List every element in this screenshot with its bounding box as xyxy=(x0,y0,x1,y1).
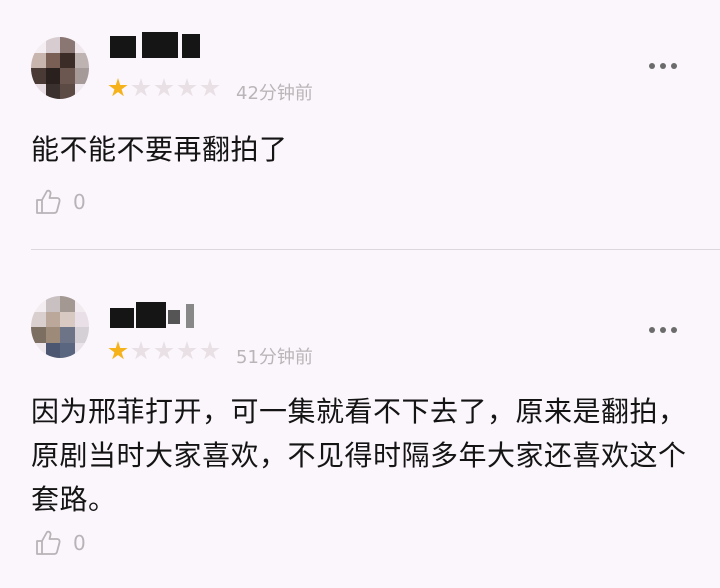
like-count: 0 xyxy=(73,190,86,214)
username-redacted[interactable] xyxy=(110,300,210,330)
star-filled-icon xyxy=(108,78,128,97)
star-empty-icon xyxy=(177,78,197,97)
rating-stars xyxy=(108,341,220,361)
comment-item: 42分钟前 能不能不要再翻拍了 0 xyxy=(0,0,720,250)
star-empty-icon xyxy=(154,341,174,360)
comment-time: 42分钟前 xyxy=(236,83,313,104)
like-count: 0 xyxy=(73,531,86,555)
star-filled-icon xyxy=(108,341,128,360)
comment-list: 42分钟前 能不能不要再翻拍了 0 51分钟前 因为邢菲打开，可一集就看不下去了… xyxy=(0,0,720,588)
thumbs-up-icon xyxy=(36,189,61,214)
comment-item: 51分钟前 因为邢菲打开，可一集就看不下去了，原来是翻拍，原剧当时大家喜欢，不见… xyxy=(0,252,720,588)
avatar-mosaic xyxy=(31,296,89,358)
star-empty-icon xyxy=(177,341,197,360)
more-dots-icon[interactable] xyxy=(649,327,677,333)
more-dots-icon[interactable] xyxy=(649,63,677,69)
star-empty-icon xyxy=(200,78,220,97)
divider xyxy=(31,249,720,250)
star-empty-icon xyxy=(131,78,151,97)
username-redacted[interactable] xyxy=(110,30,210,60)
comment-text: 能不能不要再翻拍了 xyxy=(31,133,288,166)
like-button[interactable]: 0 xyxy=(33,528,86,558)
thumbs-up-icon xyxy=(36,530,61,555)
star-empty-icon xyxy=(154,78,174,97)
avatar[interactable] xyxy=(31,37,89,99)
star-empty-icon xyxy=(131,341,151,360)
avatar[interactable] xyxy=(31,296,89,358)
rating-stars xyxy=(108,78,220,98)
like-button[interactable]: 0 xyxy=(33,187,86,217)
avatar-mosaic xyxy=(31,37,89,99)
comment-text: 因为邢菲打开，可一集就看不下去了，原来是翻拍，原剧当时大家喜欢，不见得时隔多年大… xyxy=(31,395,687,516)
star-empty-icon xyxy=(200,341,220,360)
comment-time: 51分钟前 xyxy=(236,347,313,368)
